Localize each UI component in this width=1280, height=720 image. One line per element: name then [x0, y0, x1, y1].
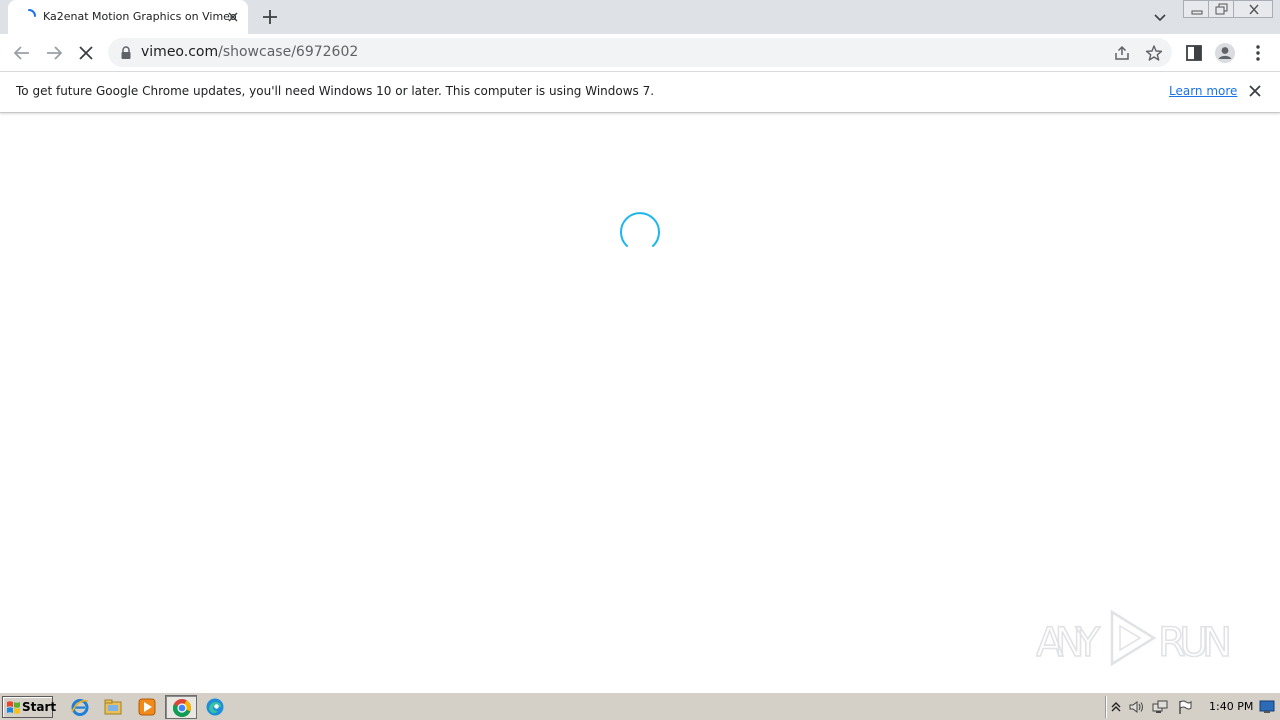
share-icon[interactable] — [1113, 44, 1131, 62]
taskbar-chrome-button[interactable] — [165, 695, 197, 719]
browser-toolbar: vimeo.com/showcase/6972602 — [0, 34, 1280, 72]
tray-divider — [1105, 696, 1107, 718]
show-hidden-icons-icon[interactable] — [1108, 699, 1124, 715]
lock-icon[interactable] — [120, 46, 132, 59]
minimize-button[interactable] — [1183, 0, 1209, 18]
network-icon[interactable] — [1152, 699, 1168, 715]
more-menu-icon[interactable] — [1247, 42, 1269, 64]
media-player-icon[interactable] — [137, 697, 157, 717]
chevron-down-icon[interactable] — [1151, 8, 1169, 26]
show-desktop-icon[interactable] — [1259, 699, 1275, 715]
watermark-text-run: RUN — [1158, 620, 1232, 666]
side-panel-icon[interactable] — [1183, 42, 1205, 64]
page-loading-spinner — [620, 212, 660, 247]
url-path: /showcase/6972602 — [218, 44, 359, 60]
taskbar-clock[interactable]: 1:40 PM — [1209, 700, 1253, 713]
forward-arrow-icon[interactable] — [43, 42, 65, 64]
minimize-icon — [1191, 10, 1203, 15]
file-explorer-icon[interactable] — [103, 697, 123, 717]
edge-icon[interactable] — [205, 697, 225, 717]
tab-vimeo[interactable]: Ka2enat Motion Graphics on Vimeo — [8, 0, 248, 34]
url-host: vimeo.com — [141, 44, 219, 60]
tab-title: Ka2enat Motion Graphics on Vimeo — [43, 10, 237, 23]
internet-explorer-icon[interactable] — [70, 697, 90, 717]
volume-icon[interactable] — [1128, 699, 1144, 715]
close-icon — [1249, 4, 1259, 15]
start-button[interactable]: Start — [2, 696, 57, 718]
update-infobar: To get future Google Chrome updates, you… — [0, 72, 1280, 113]
profile-avatar-icon[interactable] — [1214, 42, 1236, 64]
chrome-icon — [172, 699, 191, 717]
loading-spinner-icon — [28, 9, 36, 17]
restore-button[interactable] — [1208, 0, 1234, 18]
close-window-button[interactable] — [1233, 0, 1273, 18]
start-label: Start — [22, 700, 57, 714]
watermark-text-any: ANY — [1036, 620, 1101, 666]
windows-logo-icon — [7, 701, 20, 714]
new-tab-icon[interactable] — [259, 6, 281, 28]
stop-loading-icon[interactable] — [75, 42, 97, 64]
tab-strip: Ka2enat Motion Graphics on Vimeo — [0, 0, 1280, 34]
learn-more-link[interactable]: Learn more — [1169, 84, 1237, 98]
anyrun-watermark: ANY RUN — [1036, 609, 1233, 667]
close-infobar-icon[interactable] — [1248, 84, 1262, 98]
close-tab-icon[interactable] — [225, 9, 241, 25]
url-text[interactable]: vimeo.com/showcase/6972602 — [141, 44, 358, 60]
windows-taskbar: Start 1:40 PM — [0, 692, 1280, 720]
back-arrow-icon[interactable] — [11, 42, 33, 64]
address-bar[interactable]: vimeo.com/showcase/6972602 — [108, 38, 1172, 67]
action-center-flag-icon[interactable] — [1177, 699, 1193, 715]
restore-icon — [1215, 3, 1228, 15]
infobar-message: To get future Google Chrome updates, you… — [16, 84, 655, 98]
bookmark-star-icon[interactable] — [1145, 44, 1163, 62]
